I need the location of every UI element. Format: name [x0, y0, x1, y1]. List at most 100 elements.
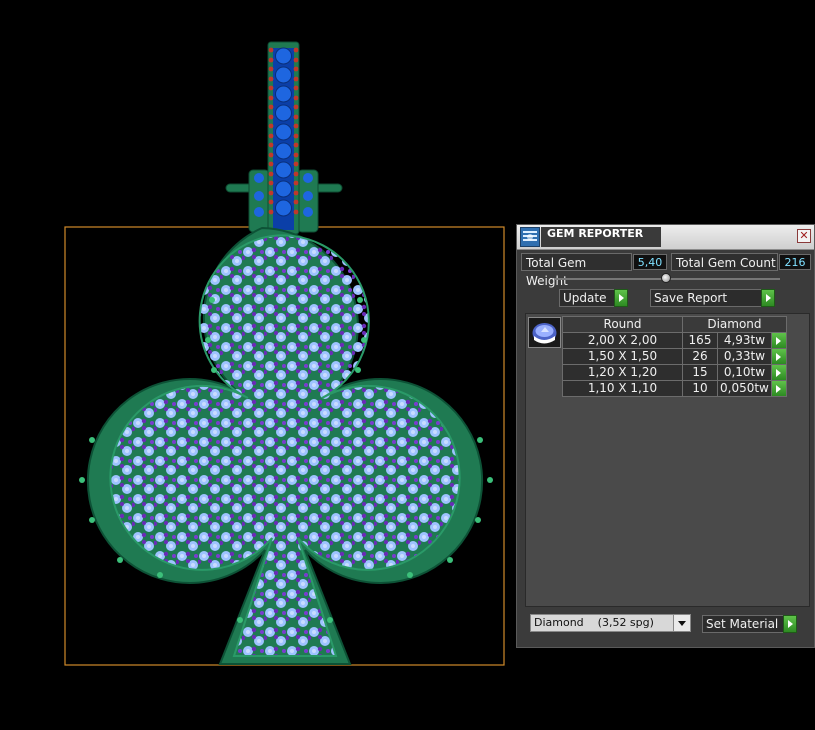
close-icon[interactable]: ✕: [797, 229, 811, 243]
table-row[interactable]: 2,00 X 2,00 165 4,93tw: [562, 332, 787, 349]
prong: [293, 142, 299, 148]
prong: [293, 152, 299, 158]
prong: [268, 76, 274, 82]
prong: [293, 209, 299, 215]
rim-bead: [117, 557, 123, 563]
play-arrow-icon: [614, 289, 628, 307]
prong: [268, 104, 274, 110]
play-arrow-icon: [761, 289, 775, 307]
prong: [268, 57, 274, 63]
prong: [293, 95, 299, 101]
club-body[interactable]: [79, 226, 493, 665]
prong: [268, 47, 274, 53]
prong: [268, 199, 274, 205]
bail-gem: [303, 191, 313, 201]
row-select-button[interactable]: [770, 364, 787, 381]
rim-bead: [211, 367, 217, 373]
rim-bead: [327, 617, 333, 623]
gem-weight: 4,93tw: [717, 332, 772, 349]
prong: [268, 209, 274, 215]
gem-count: 15: [682, 364, 718, 381]
zoom-slider-thumb[interactable]: [661, 273, 671, 283]
prong: [268, 95, 274, 101]
gem-count: 26: [682, 348, 718, 365]
rim-bead: [447, 557, 453, 563]
prong: [268, 180, 274, 186]
gem-size: 1,10 X 1,10: [562, 380, 683, 397]
total-gem-weight-label: Total Gem Weight: [521, 253, 632, 288]
gem-weight: 0,10tw: [717, 364, 772, 381]
prong: [293, 57, 299, 63]
rim-bead: [407, 572, 413, 578]
panel-title: GEM REPORTER: [541, 227, 661, 247]
play-arrow-icon: [771, 381, 786, 396]
prong: [268, 133, 274, 139]
prong: [268, 190, 274, 196]
gem-reporter-icon: [520, 227, 540, 247]
prong: [293, 180, 299, 186]
rim-bead: [477, 437, 483, 443]
rim-bead: [209, 297, 215, 303]
bail-gem: [303, 173, 313, 183]
save-report-button[interactable]: Save Report: [650, 289, 775, 307]
play-arrow-icon: [771, 333, 786, 348]
header-material: Diamond: [682, 316, 787, 333]
play-arrow-icon: [771, 365, 786, 380]
bail-gem: [303, 207, 313, 217]
rim-bead: [355, 367, 361, 373]
rim-bead: [237, 617, 243, 623]
prong: [268, 66, 274, 72]
rim-bead: [89, 437, 95, 443]
bail-gem: [275, 104, 292, 122]
rim-bead: [205, 337, 211, 343]
prong: [293, 104, 299, 110]
rim-bead: [89, 517, 95, 523]
rim-bead: [157, 572, 163, 578]
rim-bead: [475, 517, 481, 523]
prong: [268, 123, 274, 129]
save-report-button-label: Save Report: [654, 291, 728, 305]
row-select-button[interactable]: [770, 348, 787, 365]
prong: [268, 85, 274, 91]
bail-gem: [254, 207, 264, 217]
row-select-button[interactable]: [770, 332, 787, 349]
pendant-bail[interactable]: [225, 41, 343, 235]
gem-summary-table: Round Diamond 2,00 X 2,00 165 4,93tw 1,5…: [562, 316, 787, 397]
update-button-label: Update: [563, 291, 607, 305]
rim-bead: [361, 337, 367, 343]
material-select-value: Diamond (3,52 spg): [534, 616, 654, 629]
prong: [293, 66, 299, 72]
gem-size: 1,20 X 1,20: [562, 364, 683, 381]
bail-gem: [275, 180, 292, 198]
prong: [268, 171, 274, 177]
prong: [268, 161, 274, 167]
row-select-button[interactable]: [770, 380, 787, 397]
gem-count: 10: [682, 380, 718, 397]
material-select[interactable]: Diamond (3,52 spg): [530, 614, 691, 632]
table-row[interactable]: 1,10 X 1,10 10 0,050tw: [562, 380, 787, 397]
prong: [293, 161, 299, 167]
round-gem-icon[interactable]: [528, 317, 561, 348]
prong: [293, 133, 299, 139]
table-row[interactable]: 1,20 X 1,20 15 0,10tw: [562, 364, 787, 381]
rim-bead: [357, 297, 363, 303]
gem-size: 2,00 X 2,00: [562, 332, 683, 349]
set-material-button[interactable]: Set Material: [702, 615, 797, 633]
bail-gem: [275, 123, 292, 141]
header-shape: Round: [562, 316, 683, 333]
prong: [293, 76, 299, 82]
bail-gem: [254, 173, 264, 183]
update-button[interactable]: Update: [559, 289, 628, 307]
bail-gem: [275, 199, 292, 217]
panel-titlebar[interactable]: GEM REPORTER ✕: [517, 225, 814, 250]
gem-weight: 0,050tw: [717, 380, 772, 397]
table-row[interactable]: 1,50 X 1,50 26 0,33tw: [562, 348, 787, 365]
total-gem-count-label: Total Gem Count: [671, 253, 778, 271]
gem-count: 165: [682, 332, 718, 349]
rim-bead: [79, 477, 85, 483]
prong: [293, 114, 299, 120]
prong: [293, 123, 299, 129]
chevron-down-icon[interactable]: [673, 615, 690, 631]
bail-gem: [275, 66, 292, 84]
bail-gem: [275, 161, 292, 179]
